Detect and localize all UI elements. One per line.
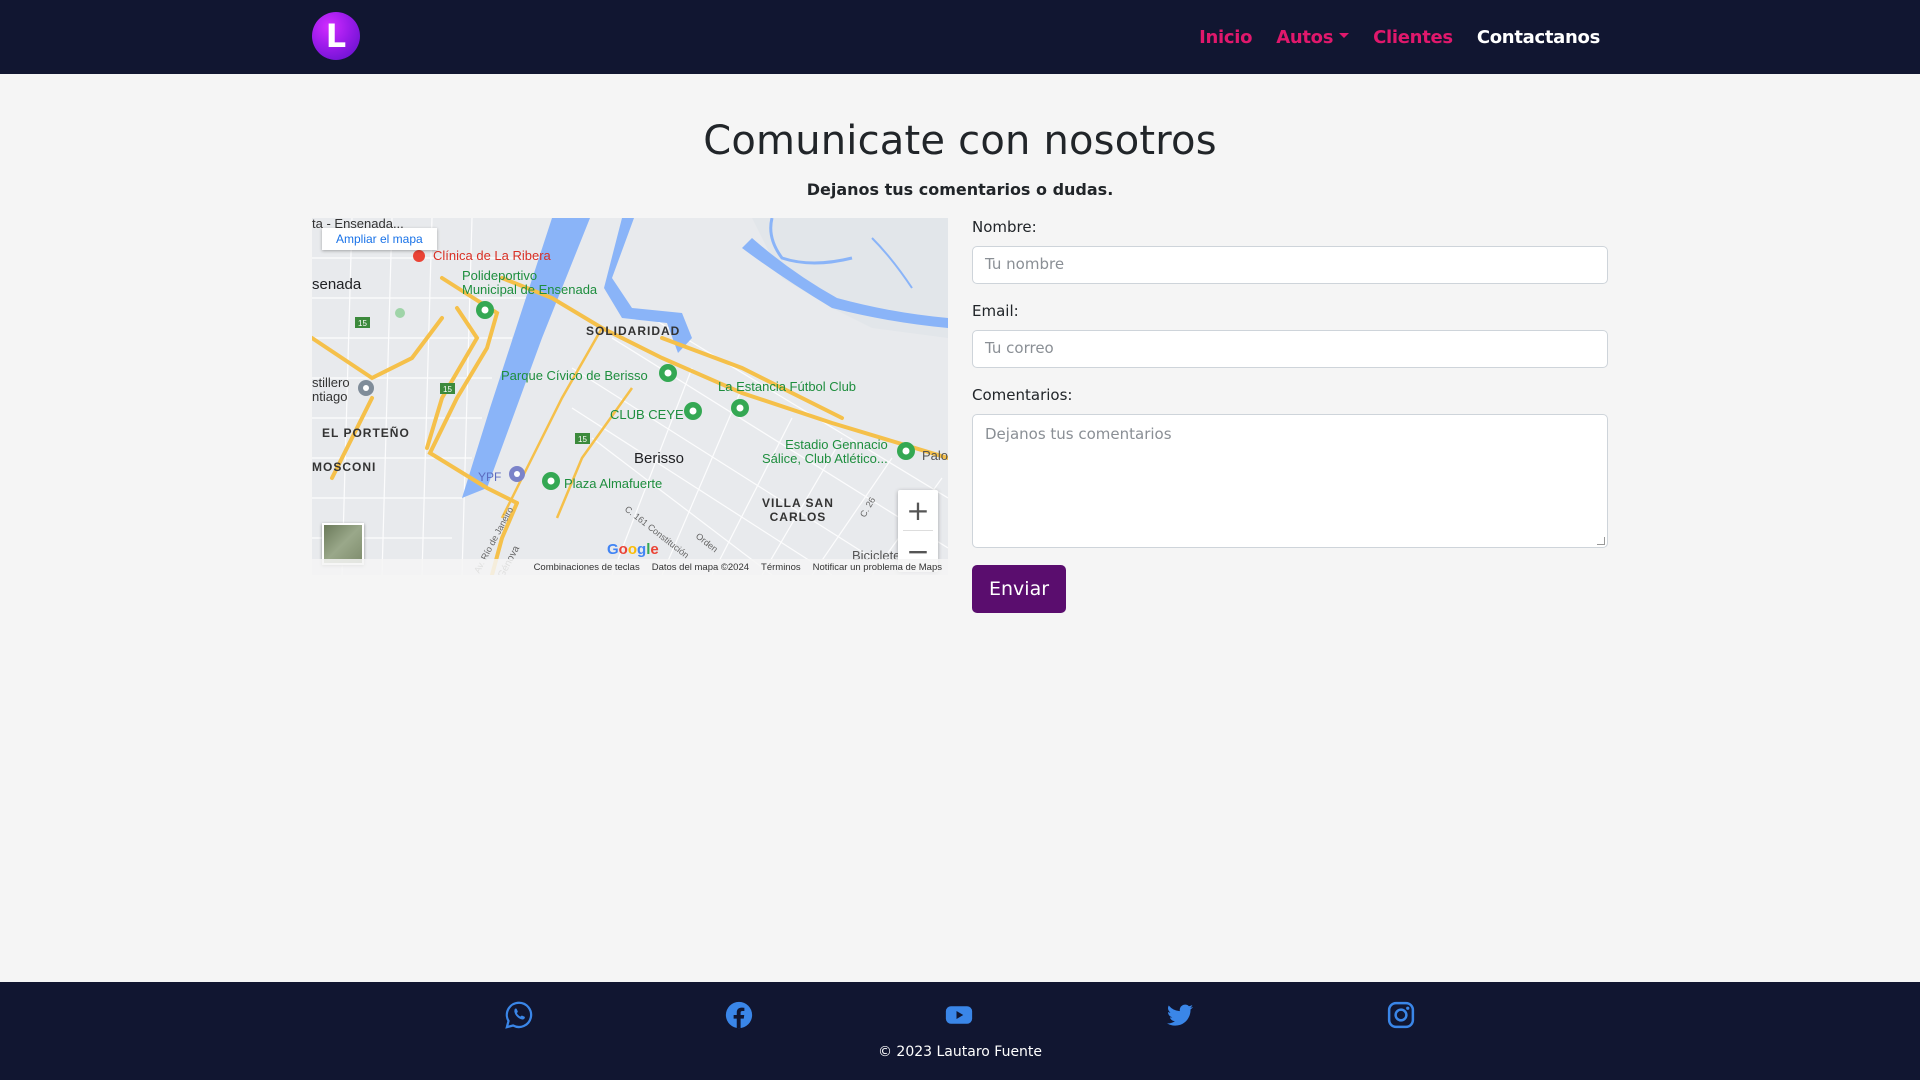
nav-link-inicio[interactable]: Inicio [1199, 27, 1252, 48]
map-label-ceye: CLUB CEYE [610, 407, 684, 422]
map-label-polideportivo: Polideportivo Municipal de Ensenada [462, 268, 598, 297]
nav-dropdown-autos[interactable]: Autos [1276, 26, 1350, 48]
comments-label: Comentarios: [972, 386, 1073, 404]
caret-down-icon [1339, 33, 1350, 38]
resize-handle-icon[interactable] [1597, 537, 1605, 545]
name-label: Nombre: [972, 218, 1037, 236]
email-label: Email: [972, 302, 1019, 320]
map-attribution-bar: Combinaciones de teclas Datos del mapa ©… [312, 559, 948, 575]
facebook-icon[interactable] [724, 1000, 754, 1030]
logo-letter: L [325, 17, 347, 55]
map-label-mosconi: MOSCONI [312, 460, 377, 474]
map-background: 15 15 15 [312, 218, 948, 575]
nav-menu: Inicio Autos Clientes Contactanos [1199, 0, 1600, 74]
map-label-clinica: Clínica de La Ribera [433, 248, 551, 263]
map-terms-link[interactable]: Términos [761, 562, 801, 573]
map-label-ensenada: senada [312, 276, 362, 293]
map-label-estancia: La Estancia Fútbol Club [718, 379, 857, 394]
instagram-icon[interactable] [1386, 1000, 1416, 1030]
comments-placeholder: Dejanos tus comentarios [985, 425, 1172, 443]
map-label-estadio: Estadio Gennacio Sálice, Club Atlético..… [762, 437, 888, 466]
svg-text:15: 15 [443, 385, 452, 394]
map-label-palo: Palo [922, 448, 948, 463]
email-field[interactable]: Tu correo [972, 330, 1608, 368]
page-title: Comunicate con nosotros [703, 118, 1217, 164]
name-field[interactable]: Tu nombre [972, 246, 1608, 284]
svg-text:15: 15 [358, 319, 367, 328]
google-logo: Google [607, 541, 659, 558]
map-label-almafuerte: Plaza Almafuerte [564, 476, 663, 491]
navbar: L Inicio Autos Clientes Contactanos [0, 0, 1920, 74]
comments-textarea[interactable]: Dejanos tus comentarios [972, 414, 1608, 548]
map-label-porteno: EL PORTEÑO [322, 426, 410, 440]
open-map-link[interactable]: Ampliar el mapa [322, 228, 437, 250]
map-label-parque: Parque Cívico de Berisso [501, 368, 648, 383]
twitter-icon[interactable] [1165, 1000, 1195, 1030]
youtube-icon[interactable] [944, 1000, 974, 1030]
contact-form: Nombre: Tu nombre Email: Tu correo Comen… [972, 218, 1608, 613]
map-keyboard-shortcuts-link[interactable]: Combinaciones de teclas [534, 562, 640, 573]
map-label-villa-san-carlos: VILLA SAN CARLOS [762, 496, 834, 524]
map-data-notice: Datos del mapa ©2024 [651, 561, 750, 573]
submit-button[interactable]: Enviar [972, 565, 1067, 613]
nav-link-contactanos[interactable]: Contactanos [1477, 27, 1600, 48]
footer: © 2023 Lautaro Fuente [0, 982, 1920, 1080]
map-label-berisso: Berisso [634, 450, 685, 467]
whatsapp-icon[interactable] [504, 1000, 534, 1030]
map-label-ypf: YPF [478, 470, 502, 484]
map-label-solidaridad: SOLIDARIDAD [586, 324, 681, 338]
map-report-link[interactable]: Notificar un problema de Maps [813, 562, 942, 573]
brand-logo[interactable]: L [312, 12, 360, 60]
nav-dropdown-autos-label: Autos [1276, 26, 1334, 48]
page-subtitle: Dejanos tus comentarios o dudas. [806, 180, 1114, 199]
copyright-text: © 2023 Lautaro Fuente [877, 1044, 1043, 1060]
svg-text:15: 15 [578, 435, 587, 444]
embedded-map[interactable]: 15 15 15 ta - Ensenada... Ampliar el map… [312, 218, 948, 575]
nav-link-clientes[interactable]: Clientes [1373, 27, 1453, 48]
zoom-in-button[interactable]: + [898, 490, 938, 530]
map-label-astillero: stillero ntiago [312, 375, 350, 404]
